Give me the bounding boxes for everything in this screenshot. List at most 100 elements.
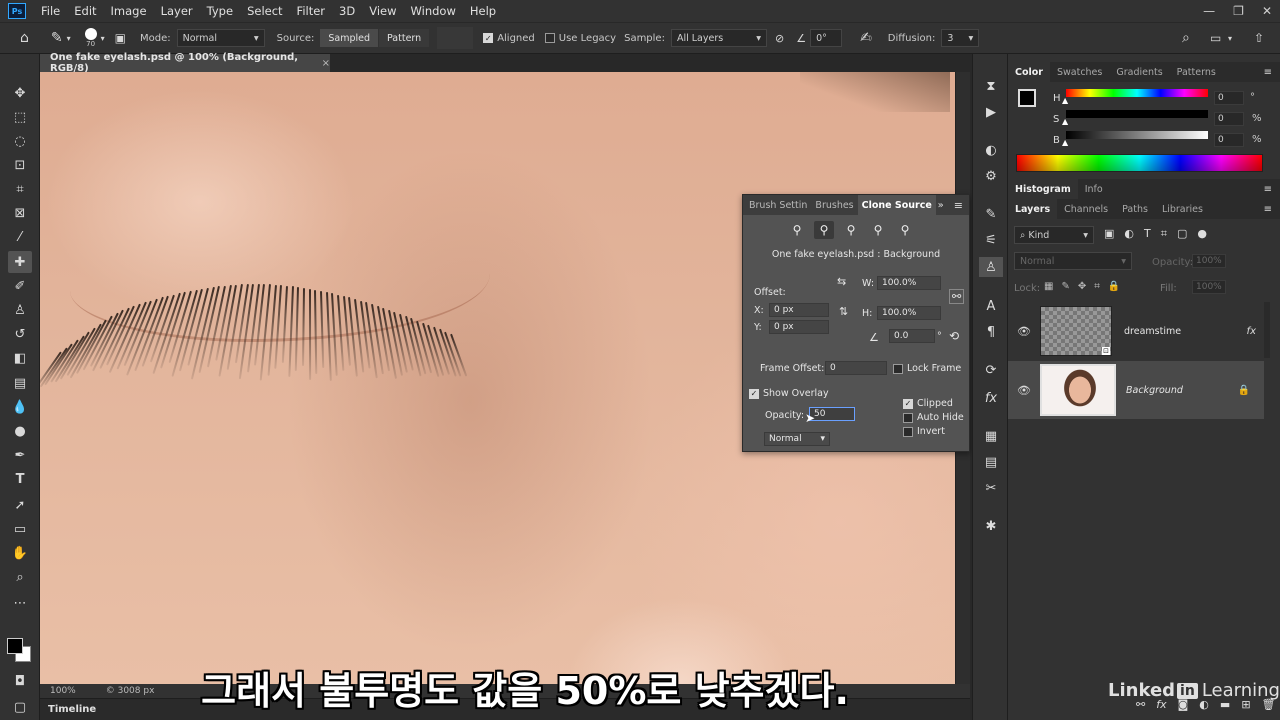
mode-select[interactable]: Normal ▾ [176,29,265,47]
source-sampled-button[interactable]: Sampled [320,29,378,47]
history-brush-tool-icon[interactable]: ↺ [8,323,32,345]
sample-select[interactable]: All Layers ▾ [670,29,767,47]
layer-effects-icon[interactable]: fx [1247,326,1256,337]
chevron-down-icon[interactable]: ▾ [101,34,105,43]
slider-handle-icon[interactable]: ▲ [1062,138,1068,147]
color-spectrum-ramp[interactable] [1016,154,1263,172]
visibility-eye-icon[interactable]: 👁 [1008,384,1040,397]
link-dimensions-icon[interactable]: ⚯ [949,289,965,304]
brush-settings-toggle-icon[interactable]: ▣ [115,31,126,45]
notes-icon[interactable]: ▤ [979,452,1003,472]
angle-field[interactable]: 0° [810,29,843,47]
frame-offset-field[interactable]: 0 [825,361,887,375]
tab-paths[interactable]: Paths [1115,199,1155,219]
menu-3d[interactable]: 3D [332,4,362,18]
brush-tool-icon[interactable]: ✐ [8,275,32,297]
panel-menu-icon[interactable]: ≡ [1264,184,1272,195]
offset-x-field[interactable]: 0 px [769,303,829,317]
height-field[interactable]: 100.0% [877,306,941,320]
dodge-tool-icon[interactable]: ● [8,420,32,442]
filter-smart-object-icon[interactable]: ▢ [1177,227,1187,241]
collapse-panel-icon[interactable]: » [938,200,944,211]
navigator-icon[interactable]: ⟳ [979,360,1003,380]
menu-filter[interactable]: Filter [290,4,332,18]
quick-selection-tool-icon[interactable]: ⊡ [8,154,32,176]
lock-frame-checkbox[interactable]: Lock Frame [893,363,961,374]
healing-brush-preset-icon[interactable]: ✎ [51,30,63,46]
width-field[interactable]: 100.0% [877,276,941,290]
lock-image-icon[interactable]: ✎ [1061,281,1069,292]
diffusion-select[interactable]: 3 ▾ [941,29,980,47]
visibility-eye-icon[interactable]: 👁 [1008,325,1040,338]
rotation-angle-field[interactable]: 0.0 [889,329,935,343]
use-legacy-checkbox[interactable]: Use Legacy [544,33,622,44]
workspace-icon[interactable]: ▭ [1210,31,1221,45]
ignore-adjustment-layers-icon[interactable]: ⊘ [775,32,784,45]
close-icon[interactable]: × [322,58,330,69]
layer-filter-kind-select[interactable]: ⌕ Kind ▾ [1014,226,1094,244]
panel-menu-icon[interactable]: ≡ [954,199,963,212]
tab-libraries[interactable]: Libraries [1155,199,1210,219]
tab-layers[interactable]: Layers [1008,199,1058,219]
filter-toggle-icon[interactable]: ● [1197,227,1207,241]
tab-color[interactable]: Color [1008,62,1050,82]
clipped-checkbox[interactable]: ✓ Clipped [903,398,953,409]
layers-scrollbar[interactable] [1264,302,1270,358]
menu-type[interactable]: Type [200,4,240,18]
brush-settings-icon[interactable]: ✎ [979,204,1003,224]
close-icon[interactable]: ✕ [1262,4,1272,18]
home-icon[interactable]: ⌂ [20,30,29,46]
tool-presets-icon[interactable]: ✂ [979,478,1003,498]
clone-stamp-tool-icon[interactable]: ♙ [8,299,32,321]
h-field[interactable]: 0 [1214,91,1244,105]
tab-brush-settings[interactable]: Brush Settin [743,195,811,215]
properties-icon[interactable]: ⚙ [979,166,1003,186]
tab-patterns[interactable]: Patterns [1170,62,1223,82]
photoshop-logo-icon[interactable]: Ps [8,3,26,19]
filter-adjustment-icon[interactable]: ◐ [1124,227,1134,241]
tab-swatches[interactable]: Swatches [1050,62,1109,82]
lock-all-icon[interactable]: 🔒 [1108,281,1120,292]
menu-file[interactable]: File [34,4,67,18]
invert-checkbox[interactable]: Invert [903,426,945,437]
hue-slider[interactable] [1066,89,1208,97]
layer-row-background[interactable]: 👁 Background 🔒 [1008,361,1264,419]
filter-shape-icon[interactable]: ⌗ [1161,227,1167,241]
s-field[interactable]: 0 [1214,112,1244,126]
offset-y-field[interactable]: 0 px [769,320,829,334]
reset-transform-icon[interactable]: ⟲ [949,329,959,343]
type-tool-icon[interactable]: T [8,468,32,490]
brush-size-picker[interactable]: 70 [84,28,97,48]
layer-name[interactable]: Background [1126,385,1183,396]
character-icon[interactable]: A [979,296,1003,316]
foreground-color-chip[interactable] [1018,89,1036,107]
chevron-down-icon[interactable]: ▾ [1228,34,1232,43]
panel-menu-icon[interactable]: ≡ [1264,67,1272,78]
styles-fx-icon[interactable]: fx [979,388,1003,408]
source-pattern-button[interactable]: Pattern [379,29,430,47]
lock-artboard-icon[interactable]: ⌗ [1094,281,1100,292]
tab-histogram[interactable]: Histogram [1008,179,1078,199]
tab-channels[interactable]: Channels [1057,199,1115,219]
menu-edit[interactable]: Edit [67,4,103,18]
paragraph-icon[interactable]: ¶ [979,322,1003,342]
history-icon[interactable]: ⧗ [979,76,1003,96]
layer-opacity-field[interactable]: 100% [1192,254,1226,268]
menu-image[interactable]: Image [104,4,154,18]
eyedropper-tool-icon[interactable]: ⁄ [8,226,32,248]
flip-vertical-icon[interactable]: ⇅ [839,305,848,318]
brushes-icon[interactable]: ⚟ [979,230,1003,250]
pattern-picker[interactable] [437,27,474,49]
menu-help[interactable]: Help [463,4,503,18]
layer-blend-mode-select[interactable]: Normal ▾ [1014,252,1132,270]
minimize-icon[interactable]: — [1203,4,1215,18]
lock-position-icon[interactable]: ✥ [1078,281,1086,292]
blur-tool-icon[interactable]: 💧 [8,396,32,418]
pen-tool-icon[interactable]: ✒ [8,444,32,466]
flip-horizontal-icon[interactable]: ⇆ [837,275,846,288]
show-overlay-checkbox[interactable]: ✓ Show Overlay [749,388,829,399]
path-selection-tool-icon[interactable]: ➚ [8,494,32,516]
b-field[interactable]: 0 [1214,133,1244,147]
brightness-slider[interactable] [1066,131,1208,139]
eraser-tool-icon[interactable]: ◧ [8,347,32,369]
